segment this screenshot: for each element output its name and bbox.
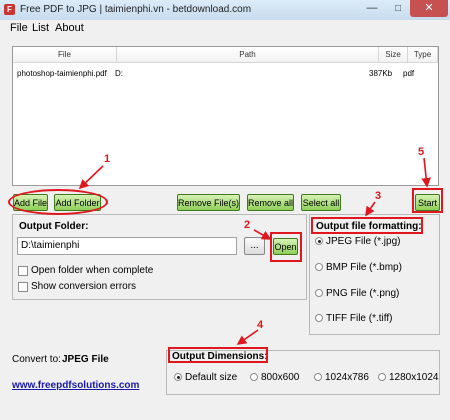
annotation-arrows [78, 157, 431, 345]
annotation-number-1: 1 [104, 153, 111, 165]
annotation-number-5: 5 [418, 146, 425, 158]
annotation-number-4: 4 [257, 319, 264, 331]
arrow-4 [236, 329, 259, 345]
arrow-3 [365, 201, 376, 217]
arrow-2 [253, 229, 272, 240]
annotation-number-3: 3 [375, 190, 382, 202]
arrow-1 [78, 165, 104, 190]
annotation-number-2: 2 [244, 219, 251, 231]
arrow-5 [421, 157, 431, 188]
